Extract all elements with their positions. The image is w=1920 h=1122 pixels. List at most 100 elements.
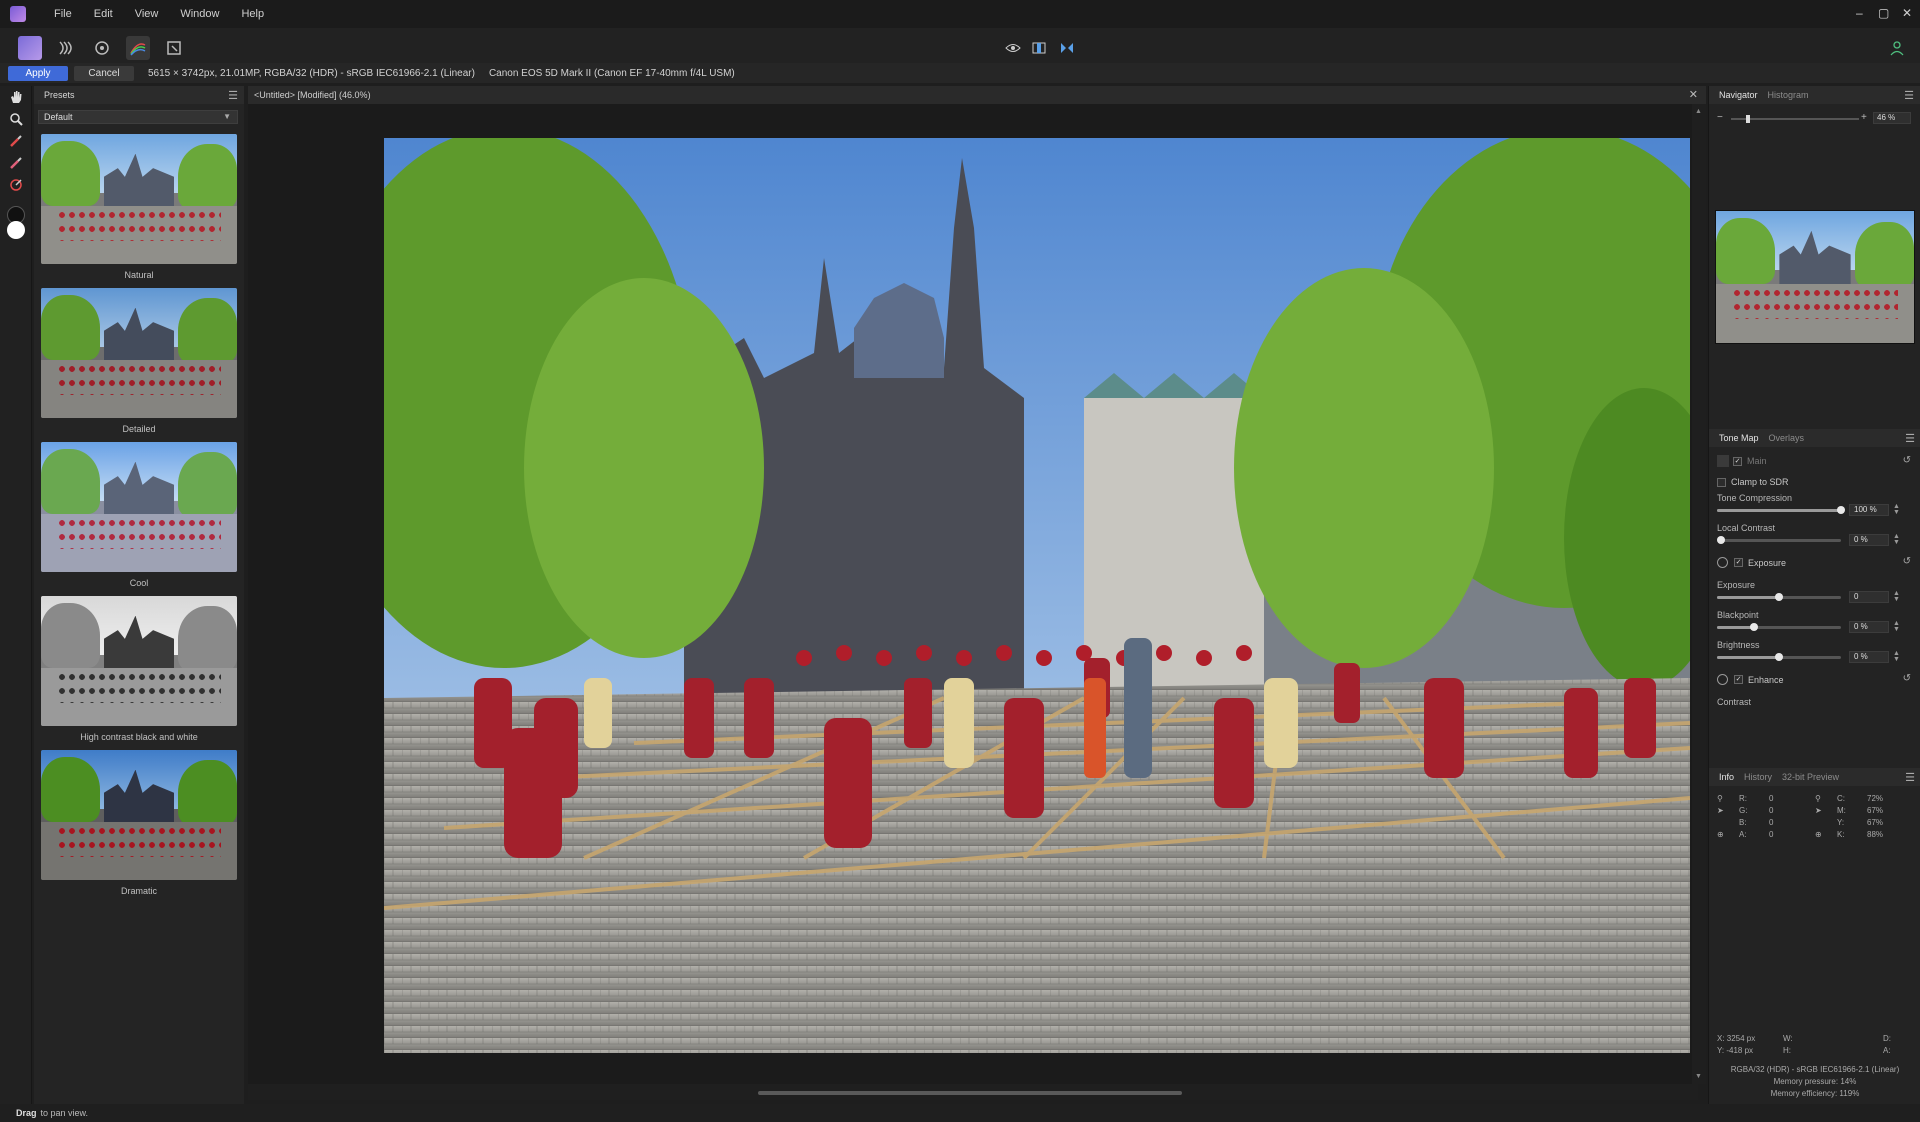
primary-color-swatch[interactable] — [7, 221, 25, 239]
eyedropper-icon[interactable]: ⚲ — [1717, 794, 1739, 803]
minimize-button[interactable]: – — [1856, 6, 1863, 20]
local-contrast-slider[interactable] — [1717, 536, 1841, 544]
menu-file[interactable]: File — [54, 8, 72, 20]
scroll-down-icon[interactable]: ▼ — [1695, 1073, 1702, 1080]
brush-tool-icon[interactable] — [6, 132, 26, 150]
spinner-icon[interactable]: ▲ ▼ — [1893, 533, 1900, 546]
preset-natural[interactable]: Natural — [41, 134, 237, 280]
panel-menu-icon[interactable]: ☰ — [1905, 771, 1915, 784]
main-checkbox[interactable]: ✓ — [1733, 456, 1742, 466]
hand-tool-icon[interactable] — [6, 88, 26, 106]
spinner-icon[interactable]: ▲ ▼ — [1893, 503, 1900, 516]
blackpoint-value[interactable]: 0 % — [1849, 621, 1889, 633]
menu-help[interactable]: Help — [241, 8, 264, 20]
liquify-persona-icon[interactable] — [54, 36, 78, 60]
develop-persona-icon[interactable] — [90, 36, 114, 60]
tone-compression-slider[interactable] — [1717, 506, 1845, 514]
vertical-scrollbar[interactable]: ▲ ▼ — [1692, 104, 1706, 1084]
spinner-icon[interactable]: ▲ ▼ — [1893, 620, 1900, 633]
preset-dramatic[interactable]: Dramatic — [41, 750, 237, 896]
panel-menu-icon[interactable]: ☰ — [1904, 89, 1914, 102]
inpainting-tool-icon[interactable] — [6, 176, 26, 194]
tab-history[interactable]: History — [1744, 772, 1772, 782]
enhance-checkbox[interactable]: ✓ — [1734, 675, 1743, 684]
zoom-out-icon[interactable]: − — [1717, 112, 1723, 123]
pointer-icon[interactable]: ➤ — [1815, 806, 1837, 815]
reset-enhance-icon[interactable]: ↺ — [1903, 673, 1911, 684]
local-contrast-value[interactable]: 0 % — [1849, 534, 1889, 546]
view-eye-icon[interactable] — [1001, 36, 1025, 60]
cancel-button[interactable]: Cancel — [74, 65, 134, 81]
exposure-checkbox[interactable]: ✓ — [1734, 558, 1743, 567]
reset-main-icon[interactable]: ↺ — [1903, 455, 1911, 466]
panel-menu-icon[interactable]: ☰ — [1905, 432, 1915, 445]
exposure-group: ✓ Exposure — [1717, 557, 1786, 568]
split-view-icon[interactable] — [1027, 36, 1051, 60]
menu-view[interactable]: View — [135, 8, 159, 20]
tonemap-panel: Tone Map Overlays ☰ ✓ Main ↺ Clamp to SD… — [1709, 429, 1920, 707]
zoom-input[interactable]: 46 % — [1873, 112, 1911, 124]
zoom-slider[interactable] — [1731, 115, 1859, 123]
close-button[interactable]: ✕ — [1902, 6, 1912, 20]
slider-knob[interactable] — [1775, 653, 1783, 661]
presets-title[interactable]: Presets — [44, 90, 75, 100]
cursor-y: Y: -418 px — [1717, 1045, 1754, 1055]
pointer-icon[interactable]: ➤ — [1717, 806, 1739, 815]
crosshair-icon[interactable]: ⊕ — [1717, 830, 1739, 839]
brightness-value[interactable]: 0 % — [1849, 651, 1889, 663]
close-document-icon[interactable]: ✕ — [1689, 88, 1698, 101]
preset-label: Dramatic — [120, 886, 157, 896]
mirror-view-icon[interactable] — [1055, 36, 1079, 60]
zoom-tool-icon[interactable] — [6, 110, 26, 128]
maximize-button[interactable]: ▢ — [1878, 6, 1889, 20]
spinner-icon[interactable]: ▲ ▼ — [1893, 590, 1900, 603]
export-persona-icon[interactable] — [162, 36, 186, 60]
exposure-value[interactable]: 0 — [1849, 591, 1889, 603]
clamp-to-sdr-checkbox[interactable] — [1717, 477, 1726, 487]
tab-navigator[interactable]: Navigator — [1719, 90, 1758, 100]
zoom-in-icon[interactable]: + — [1861, 112, 1867, 123]
affinity-photo-logo-icon[interactable] — [10, 6, 26, 22]
account-icon[interactable] — [1885, 36, 1909, 60]
tab-tone-map[interactable]: Tone Map — [1719, 433, 1759, 443]
tab-32bit-preview[interactable]: 32-bit Preview — [1782, 772, 1839, 782]
blackpoint-slider[interactable] — [1717, 623, 1841, 631]
zoom-slider-knob[interactable] — [1746, 115, 1750, 123]
preset-category-value: Default — [44, 112, 73, 122]
info-value: 0 — [1769, 793, 1774, 803]
preset-cool[interactable]: Cool — [41, 442, 237, 588]
panel-menu-icon[interactable]: ☰ — [228, 89, 238, 102]
preset-category-select[interactable]: Default ▼ — [38, 110, 238, 124]
apply-button[interactable]: Apply — [8, 65, 68, 81]
horizontal-scroll-thumb[interactable] — [758, 1091, 1182, 1095]
slider-knob[interactable] — [1717, 536, 1725, 544]
brightness-slider[interactable] — [1717, 653, 1841, 661]
crosshair-icon[interactable]: ⊕ — [1815, 830, 1837, 839]
slider-knob[interactable] — [1775, 593, 1783, 601]
tab-info[interactable]: Info — [1719, 772, 1734, 782]
preset-detailed[interactable]: Detailed — [41, 288, 237, 434]
info-key: M: — [1837, 805, 1846, 815]
menu-window[interactable]: Window — [180, 8, 219, 20]
eyedropper-icon[interactable]: ⚲ — [1815, 794, 1837, 803]
slider-knob[interactable] — [1837, 506, 1845, 514]
exposure-slider[interactable] — [1717, 593, 1841, 601]
slider-knob[interactable] — [1750, 623, 1758, 631]
reset-exposure-icon[interactable]: ↺ — [1903, 556, 1911, 567]
tab-overlays[interactable]: Overlays — [1769, 433, 1805, 443]
info-value: 0 — [1769, 829, 1774, 839]
document-photo[interactable] — [384, 138, 1690, 1053]
tone-compression-value[interactable]: 100 % — [1849, 504, 1889, 516]
horizontal-scrollbar[interactable] — [248, 1084, 1698, 1100]
scroll-up-icon[interactable]: ▲ — [1695, 108, 1702, 115]
camera-info: Canon EOS 5D Mark II (Canon EF 17-40mm f… — [488, 67, 735, 79]
document-tab[interactable]: <Untitled> [Modified] (46.0%) ✕ — [248, 86, 1706, 104]
tone-mapping-persona-icon[interactable] — [126, 36, 150, 60]
erase-brush-tool-icon[interactable] — [6, 154, 26, 172]
photo-persona-icon[interactable] — [18, 36, 42, 60]
preset-high-contrast-bw[interactable]: High contrast black and white — [41, 596, 237, 742]
tab-histogram[interactable]: Histogram — [1768, 90, 1809, 100]
menu-edit[interactable]: Edit — [94, 8, 113, 20]
spinner-icon[interactable]: ▲ ▼ — [1893, 650, 1900, 663]
navigator-thumbnail[interactable] — [1715, 210, 1915, 344]
